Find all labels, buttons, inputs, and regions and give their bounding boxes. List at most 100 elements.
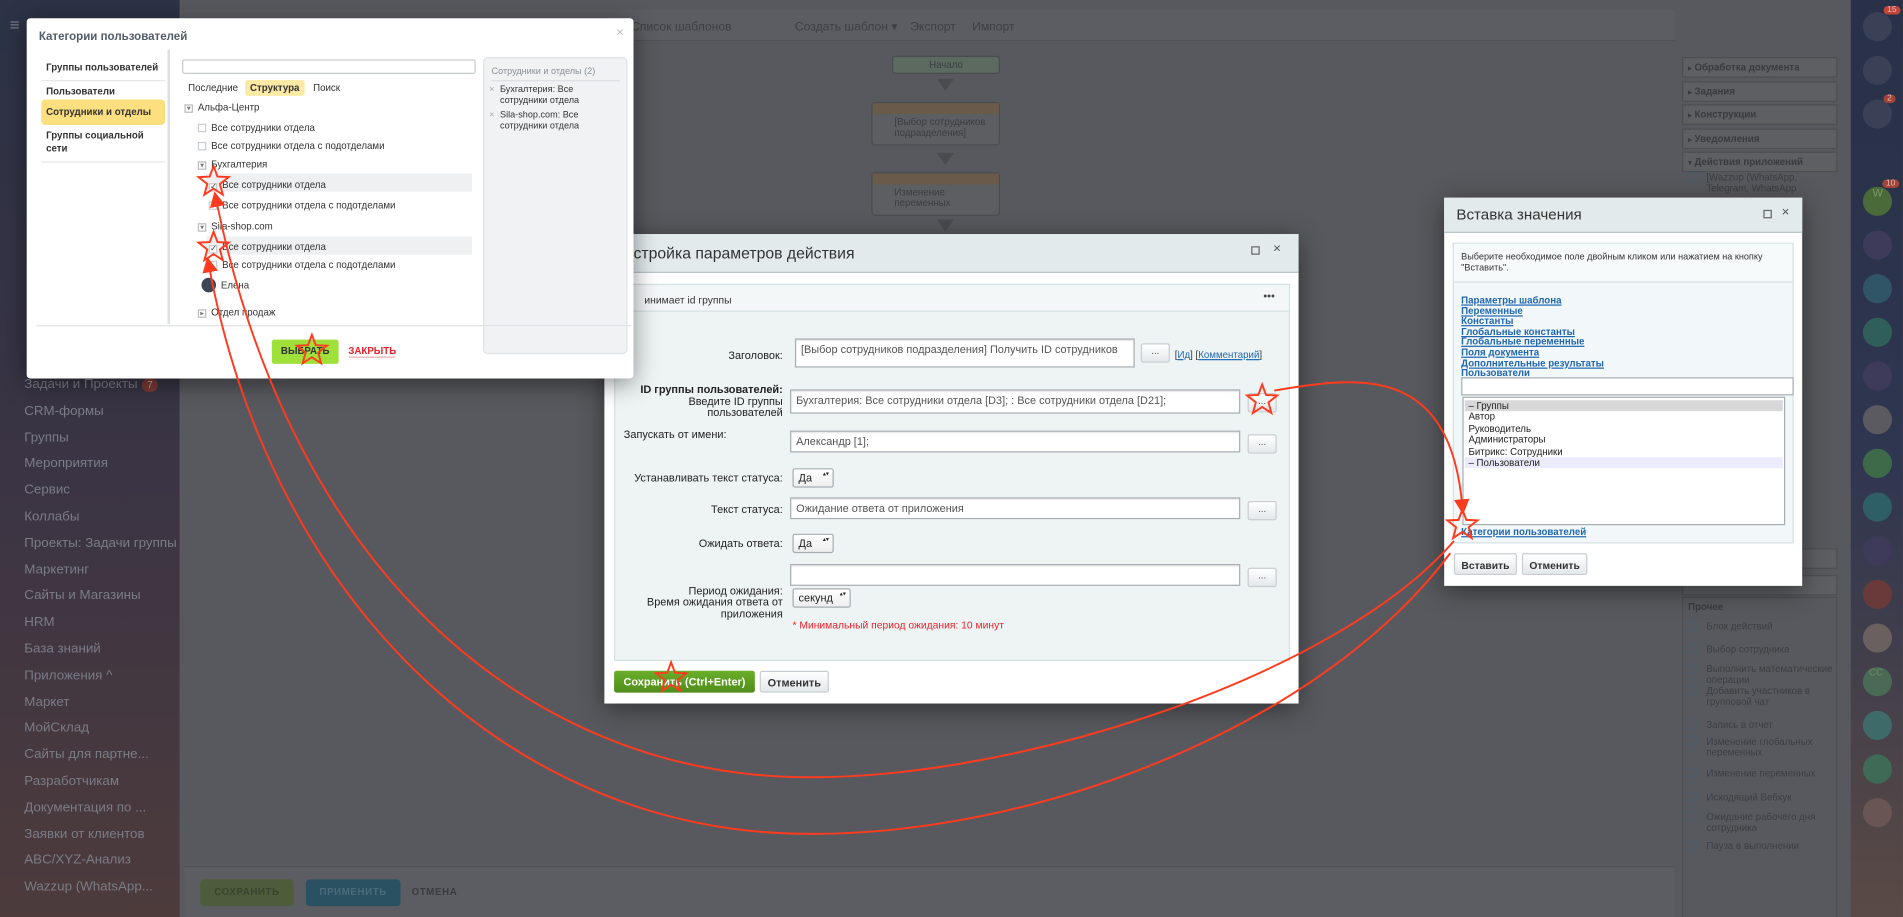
wait-select[interactable]: Да: [792, 533, 834, 554]
tree-checkbox-item-checked[interactable]: ✓ Все сотрудники отдела: [208, 180, 326, 192]
toolbar-import[interactable]: Импорт: [972, 21, 1014, 34]
sidebar-app-icon[interactable]: [1862, 405, 1893, 435]
list-option[interactable]: Битрикс: Сотрудники: [1465, 446, 1783, 457]
accordion-section[interactable]: ▸ Задания: [1682, 80, 1838, 102]
sidebar-item[interactable]: Коллабы: [24, 509, 79, 524]
sidebar-app-icon[interactable]: [1862, 536, 1893, 566]
cancel-button[interactable]: ОТМЕНА: [410, 879, 459, 906]
run-as-field[interactable]: Александр [1];: [790, 430, 1241, 453]
tree-checkbox-item[interactable]: Все сотрудники отдела с подотделами: [208, 200, 395, 211]
sidebar-item[interactable]: Заявки от клиентов: [24, 827, 144, 842]
insert-value-button[interactable]: ...: [1140, 343, 1170, 363]
save-button[interactable]: СОХРАНИТЬ: [200, 879, 294, 907]
activity-item[interactable]: [Wazzup (WhatsApp, Telegram, WhatsApp: [1686, 172, 1839, 194]
sidebar-item[interactable]: Группы: [24, 430, 68, 445]
activity-item[interactable]: Исходящий Вебхук: [1686, 792, 1839, 803]
sidebar-item[interactable]: МойСклад: [24, 721, 89, 736]
flow-node[interactable]: [Выбор сотрудников подразделения]: [871, 101, 1001, 146]
comment-link[interactable]: Комментарий: [1198, 349, 1259, 360]
sidebar-app-icon[interactable]: [1862, 317, 1893, 347]
sidebar-app-icon[interactable]: [1862, 55, 1893, 85]
hamburger-icon[interactable]: ≡: [10, 15, 20, 34]
nav-user-groups[interactable]: Группы пользователей: [41, 55, 166, 82]
sidebar-app-icon[interactable]: [1862, 579, 1893, 609]
maximize-icon[interactable]: [1763, 209, 1772, 219]
insert-value-button[interactable]: ...: [1247, 567, 1277, 588]
sidebar-app-icon[interactable]: [1862, 448, 1893, 478]
tab-recent[interactable]: Последние: [188, 82, 238, 93]
close-icon[interactable]: ×: [616, 25, 624, 40]
sidebar-app-icon[interactable]: [1862, 492, 1893, 522]
tree-user[interactable]: Елена: [201, 277, 249, 293]
sidebar-item[interactable]: CRM-формы: [24, 404, 103, 419]
sidebar-item[interactable]: Сайты для партне...: [24, 747, 148, 762]
activity-item[interactable]: Запись в отчет: [1686, 719, 1839, 730]
activity-item[interactable]: Изменение переменных: [1686, 767, 1839, 779]
insert-link[interactable]: Дополнительные результаты: [1461, 357, 1604, 368]
sidebar-item[interactable]: Документация по ...: [24, 800, 146, 815]
save-button[interactable]: Сохранить (Ctrl+Enter): [614, 670, 755, 693]
insert-value-button[interactable]: ...: [1247, 393, 1277, 413]
activity-item[interactable]: Пауза в выполнении: [1686, 840, 1839, 852]
tree-checkbox-item[interactable]: Все сотрудники отдела с подотделами: [197, 141, 385, 152]
accordion-section[interactable]: ▾ Действия приложений: [1682, 151, 1838, 173]
insert-link[interactable]: Глобальные переменные: [1461, 336, 1584, 347]
sidebar-item[interactable]: Маркетинг: [24, 562, 89, 577]
close-button[interactable]: ЗАКРЫТЬ: [348, 346, 397, 358]
activity-item[interactable]: Выбор сотрудника: [1686, 644, 1839, 655]
list-option[interactable]: Администраторы: [1465, 434, 1783, 445]
list-option[interactable]: – Пользователи: [1464, 457, 1783, 469]
tab-structure[interactable]: Структура: [245, 80, 305, 96]
sidebar-item[interactable]: База знаний: [24, 642, 100, 657]
status-text-field[interactable]: Ожидание ответа от приложения: [790, 497, 1241, 520]
sidebar-item[interactable]: Приложения ^: [24, 668, 112, 683]
accordion-section[interactable]: ▸ Конструкции: [1682, 104, 1838, 125]
insert-button[interactable]: Вставить: [1453, 553, 1517, 575]
sidebar-item[interactable]: Мероприятия: [24, 457, 108, 472]
insert-link[interactable]: Глобальные константы: [1461, 326, 1575, 337]
close-icon[interactable]: ×: [1273, 241, 1281, 256]
list-option[interactable]: – Группы: [1464, 400, 1783, 412]
sidebar-app-icon[interactable]: [1862, 274, 1893, 304]
id-link[interactable]: Ид: [1177, 349, 1190, 360]
nav-employees-departments[interactable]: Сотрудники и отделы: [41, 99, 166, 125]
nav-social-groups[interactable]: Группы социальной сети: [41, 123, 166, 163]
activity-item[interactable]: Добавить участников в групповой чат: [1686, 685, 1839, 707]
cancel-button[interactable]: Отменить: [759, 670, 829, 693]
tree-root[interactable]: ▾ Альфа-Центр: [184, 102, 259, 113]
group-id-field[interactable]: Бухгалтерия: Все сотрудники отдела [D3];…: [790, 389, 1241, 414]
maximize-icon[interactable]: [1251, 246, 1260, 255]
toolbar-export[interactable]: Экспорт: [910, 21, 956, 34]
sidebar-app-icon[interactable]: [1862, 99, 1893, 129]
tab-search[interactable]: Поиск: [313, 82, 340, 93]
activity-item[interactable]: Изменение глобальных переменных: [1686, 736, 1839, 758]
tree-dept[interactable]: ▾ Sila-shop.com: [197, 221, 273, 232]
sidebar-app-icon[interactable]: [1862, 710, 1893, 740]
insert-link[interactable]: Параметры шаблона: [1461, 295, 1561, 306]
title-field[interactable]: [Выбор сотрудников подразделения] Получи…: [794, 338, 1135, 368]
insert-link[interactable]: Переменные: [1461, 305, 1523, 316]
sidebar-item[interactable]: Wazzup (WhatsApp...: [24, 880, 153, 895]
list-option[interactable]: Руководитель: [1465, 423, 1783, 434]
search-input[interactable]: [182, 59, 476, 74]
insert-value-button[interactable]: ...: [1247, 500, 1277, 521]
flow-start-node[interactable]: Начало: [891, 55, 1001, 74]
insert-link[interactable]: Поля документа: [1461, 347, 1539, 358]
accordion-section[interactable]: ▸ Уведомления: [1682, 127, 1838, 149]
insert-value-button[interactable]: ...: [1247, 434, 1277, 454]
period-field[interactable]: [790, 564, 1241, 586]
sidebar-item[interactable]: Проекты: Задачи группы: [24, 536, 176, 551]
accordion-section[interactable]: ▸ Обработка документа: [1682, 57, 1838, 78]
period-unit-select[interactable]: секунд: [792, 588, 851, 608]
sidebar-app-icon[interactable]: [1862, 361, 1893, 391]
sidebar-app-icon[interactable]: [1863, 143, 1892, 172]
activity-item[interactable]: Выполнить математические операции: [1686, 663, 1839, 685]
toolbar-template-list[interactable]: Список шаблонов: [631, 21, 732, 34]
select-button[interactable]: ВЫБРАТЬ: [271, 339, 339, 364]
tree-dept[interactable]: ▸ Отдел продаж: [197, 307, 275, 318]
sidebar-item[interactable]: Разработчикам: [24, 774, 119, 789]
tree-checkbox-item[interactable]: Все сотрудники отдела с подотделами: [208, 260, 395, 270]
sidebar-item[interactable]: Задачи и Проекты 7: [24, 377, 158, 392]
tree-dept[interactable]: ▾ Бухгалтерия: [197, 159, 267, 170]
sidebar-item[interactable]: Сервис: [24, 483, 70, 498]
